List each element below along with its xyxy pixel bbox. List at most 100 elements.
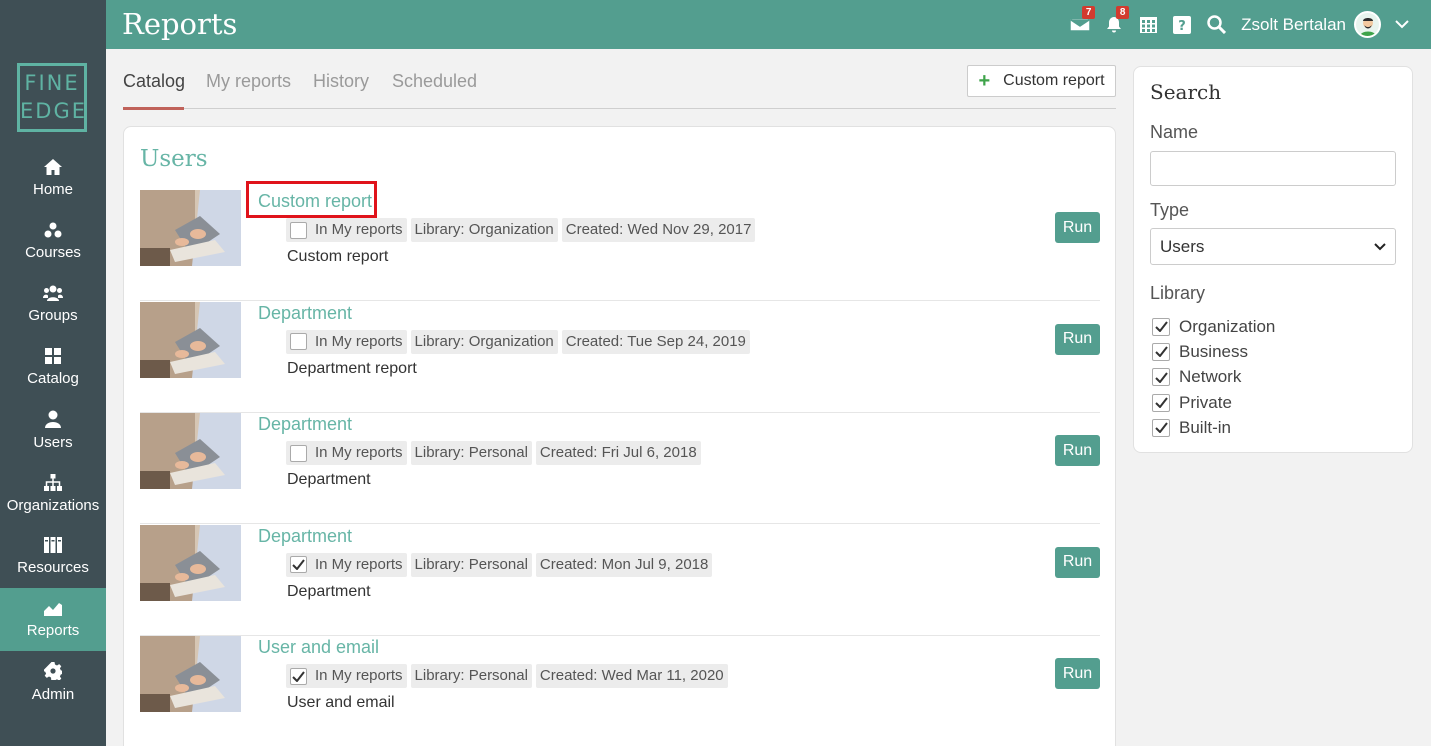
section-title: Users (140, 146, 208, 172)
sidebar-item-label: Groups (28, 307, 78, 324)
gear-icon (44, 662, 62, 680)
logo-area (0, 0, 106, 49)
in-my-reports-tag[interactable]: In My reports (286, 218, 407, 242)
library-tag: Library: Personal (410, 441, 532, 465)
sidebar-item-admin[interactable]: Admin (0, 651, 106, 714)
library-checkbox[interactable] (1152, 418, 1170, 437)
library-option[interactable]: Business (1152, 339, 1275, 364)
search-button[interactable] (1199, 0, 1233, 49)
home-icon (44, 159, 62, 175)
report-description: Department report (287, 359, 417, 377)
report-title-link[interactable]: Department (258, 414, 352, 435)
library-tag: Library: Organization (410, 329, 558, 354)
report-description: Department (287, 582, 371, 600)
library-options: Organization Business Network Private Built-… (1152, 314, 1275, 440)
sidebar-item-groups[interactable]: Groups (0, 273, 106, 336)
report-title-link[interactable]: Custom report (246, 181, 377, 218)
report-thumbnail (140, 636, 241, 712)
report-row: Custom report In My reports Library: Org… (140, 181, 1100, 301)
in-my-reports-tag[interactable]: In My reports (286, 329, 407, 354)
sidebar-nav: Home Courses Groups Catalog Users Organi… (0, 147, 106, 714)
type-select-value: Users (1160, 236, 1205, 256)
library-option-label: Private (1179, 392, 1232, 412)
sidebar-item-catalog[interactable]: Catalog (0, 336, 106, 399)
sidebar: FINE EDGE Home Courses Groups Catalog Us… (0, 49, 106, 746)
sidebar-item-organizations[interactable]: Organizations (0, 462, 106, 525)
run-button[interactable]: Run (1055, 323, 1100, 355)
checkmark-icon (292, 670, 305, 682)
report-thumbnail (140, 524, 241, 601)
in-my-reports-checkbox[interactable] (290, 556, 307, 573)
library-option[interactable]: Network (1152, 365, 1275, 390)
report-title: Department (258, 302, 353, 323)
notifications-button[interactable]: 8 (1097, 0, 1131, 49)
in-my-reports-checkbox[interactable] (290, 667, 307, 685)
in-my-reports-checkbox[interactable] (290, 333, 307, 350)
sidebar-item-courses[interactable]: Courses (0, 210, 106, 273)
name-input[interactable] (1150, 151, 1396, 186)
run-button[interactable]: Run (1055, 435, 1100, 466)
library-checkbox[interactable] (1152, 393, 1170, 412)
courses-icon (44, 222, 62, 238)
custom-report-button[interactable]: + Custom report (967, 65, 1116, 97)
report-tags: In My reports Library: Personal Created:… (286, 664, 728, 688)
in-my-reports-checkbox[interactable] (290, 221, 307, 239)
user-name[interactable]: Zsolt Bertalan (1241, 15, 1346, 35)
sidebar-item-label: Courses (25, 244, 81, 261)
library-option-label: Network (1179, 367, 1242, 387)
page-title: Reports (122, 7, 238, 41)
in-my-reports-checkbox[interactable] (290, 444, 307, 462)
search-icon (1206, 15, 1226, 34)
created-tag: Created: Tue Sep 24, 2019 (561, 329, 750, 354)
library-option[interactable]: Private (1152, 390, 1275, 415)
library-option[interactable]: Built-in (1152, 415, 1275, 440)
report-description: User and email (287, 694, 395, 711)
in-my-reports-label: In My reports (315, 555, 403, 573)
type-select[interactable]: Users (1150, 228, 1396, 265)
reports-card: Users Custom report In My reports Librar… (123, 126, 1116, 746)
in-my-reports-label: In My reports (315, 332, 403, 350)
created-tag: Created: Wed Mar 11, 2020 (535, 664, 728, 688)
report-tags: In My reports Library: Personal Created:… (286, 552, 713, 577)
avatar[interactable] (1354, 11, 1381, 38)
plus-icon: + (978, 70, 991, 92)
sidebar-item-reports[interactable]: Reports (0, 588, 106, 651)
calendar-button[interactable] (1131, 0, 1165, 49)
checkmark-icon (292, 559, 305, 570)
report-title-link[interactable]: Department (258, 303, 352, 324)
report-title: Custom report (258, 191, 373, 211)
report-title-link[interactable]: User and email (258, 637, 379, 658)
run-button[interactable]: Run (1055, 658, 1100, 689)
checkmark-icon (1154, 321, 1168, 333)
name-label: Name (1150, 122, 1199, 142)
library-option[interactable]: Organization (1152, 314, 1275, 339)
messages-button[interactable]: 7 (1063, 0, 1097, 49)
chevron-down-icon[interactable] (1395, 20, 1409, 29)
library-checkbox[interactable] (1152, 342, 1170, 361)
tab-history[interactable]: History (313, 71, 369, 92)
tab-catalog[interactable]: Catalog (123, 71, 185, 92)
in-my-reports-tag[interactable]: In My reports (286, 552, 407, 577)
messages-badge: 7 (1082, 6, 1096, 19)
run-button[interactable]: Run (1055, 546, 1100, 578)
sidebar-item-resources[interactable]: Resources (0, 525, 106, 588)
report-title: User and email (258, 637, 380, 657)
sidebar-item-label: Organizations (6, 496, 100, 514)
help-button[interactable]: ? (1165, 0, 1199, 49)
logo-line-1: FINE (24, 71, 80, 95)
logo[interactable]: FINE EDGE (17, 63, 87, 132)
report-title-link[interactable]: Department (258, 526, 352, 547)
library-checkbox[interactable] (1152, 368, 1170, 387)
library-checkbox[interactable] (1152, 317, 1170, 336)
run-button[interactable]: Run (1055, 212, 1100, 243)
tab-my-reports[interactable]: My reports (206, 71, 291, 92)
calendar-icon (1139, 17, 1157, 33)
sidebar-item-users[interactable]: Users (0, 399, 106, 462)
in-my-reports-tag[interactable]: In My reports (286, 664, 407, 688)
report-thumbnail-image (140, 524, 241, 601)
in-my-reports-tag[interactable]: In My reports (286, 441, 407, 465)
sidebar-item-home[interactable]: Home (0, 147, 106, 210)
report-thumbnail-image (140, 301, 241, 378)
tab-scheduled[interactable]: Scheduled (392, 71, 477, 92)
checkmark-icon (1154, 346, 1168, 358)
